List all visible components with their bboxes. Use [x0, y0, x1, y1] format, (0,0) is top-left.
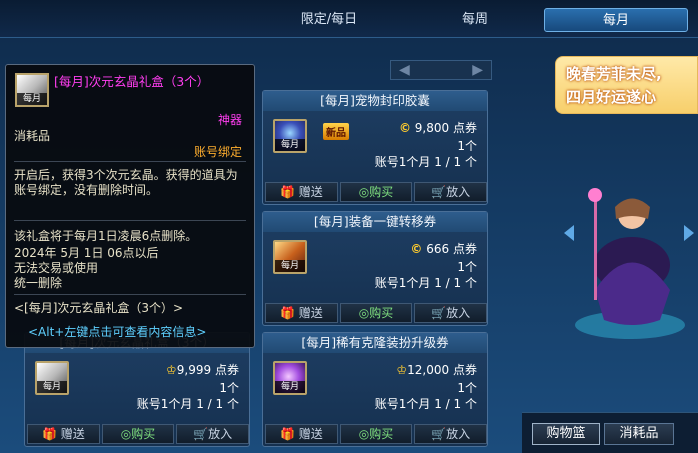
gift-button[interactable]: 🎁 赠送 [265, 303, 338, 323]
monthly-tag: 每月 [275, 260, 305, 272]
item-title: [每月]装备一键转移券 [263, 212, 487, 232]
add-to-cart-button[interactable]: 🛒放入 [414, 303, 488, 323]
tooltip-delete-note: 该礼盒将于每月1日凌晨6点删除。 [14, 229, 198, 243]
tooltip-title: [每月]次元玄晶礼盒（3个） [54, 74, 210, 89]
quantity: 1个 [457, 381, 477, 395]
tooltip-category: 消耗品 [14, 129, 51, 143]
item-tooltip: 每月 [每月]次元玄晶礼盒（3个） 消耗品 神器 账号绑定 开启后，获得3个次元… [5, 64, 255, 348]
gift-button[interactable]: 🎁 赠送 [265, 182, 338, 202]
event-banner[interactable]: 晚春芳菲未尽, 四月好运遂心 [555, 56, 698, 114]
quantity: 1个 [457, 139, 477, 153]
coin-icon: © [410, 242, 423, 256]
card-buttons: 🎁 赠送 ◎购买 🛒放入 [265, 303, 488, 323]
divider [14, 220, 246, 221]
price: ♔9,999 点券 [166, 363, 239, 377]
buy-button[interactable]: ◎购买 [339, 182, 413, 202]
buy-button[interactable]: ◎购买 [101, 424, 175, 444]
banner-line-2: 四月好运遂心 [566, 88, 657, 106]
monthly-tag: 每月 [275, 381, 305, 393]
category-tabbar: 限定/每日 每周 每月 [0, 0, 698, 38]
card-buttons: 🎁 赠送 ◎购买 🛒放入 [265, 182, 488, 202]
purchase-limit: 账号1个月 1 / 1 个 [374, 397, 477, 411]
price: ♔12,000 点券 [396, 363, 477, 377]
tab-monthly[interactable]: 每月 [544, 8, 688, 32]
item-card-pet-seal-capsule[interactable]: [每月]宠物封印胶囊 每月 新品 © 9,800 点券 1个 账号1个月 1 /… [262, 90, 488, 205]
gift-box-icon: 每月 [35, 361, 69, 395]
buy-button[interactable]: ◎购买 [339, 303, 413, 323]
pet-capsule-icon: 每月 [273, 119, 307, 153]
item-title: [每月]稀有克隆装扮升级券 [263, 333, 487, 353]
tab-consumables[interactable]: 消耗品 [604, 423, 674, 445]
quantity: 1个 [457, 260, 477, 274]
character-preview [560, 175, 698, 375]
monthly-tag: 每月 [17, 93, 47, 105]
tooltip-trade-note: 2024年 5月 1日 06点以后 无法交易或使用 统一删除 [14, 246, 159, 290]
tooltip-bind-type: 账号绑定 [193, 145, 242, 159]
gift-box-icon: 每月 [15, 73, 49, 107]
purchase-limit: 账号1个月 1 / 1 个 [374, 276, 477, 290]
quantity: 1个 [219, 381, 239, 395]
add-to-cart-button[interactable]: 🛒放入 [414, 424, 488, 444]
item-card-dimension-crystal-box[interactable]: [每月]次元玄晶礼盒（3个） 每月 ♔9,999 点券 1个 账号1个月 1 /… [24, 332, 250, 447]
coin-icon: ♔ [166, 363, 177, 377]
next-page-icon[interactable]: ▶ [472, 62, 483, 78]
upgrade-ticket-icon: 每月 [273, 361, 307, 395]
purchase-limit: 账号1个月 1 / 1 个 [136, 397, 239, 411]
tooltip-description: 开启后，获得3个次元玄晶。获得的道具为账号绑定，没有删除时间。 [14, 168, 238, 197]
tooltip-hint: <Alt+左键点击可查看内容信息> [28, 325, 207, 339]
add-to-cart-button[interactable]: 🛒放入 [176, 424, 250, 444]
item-card-clone-upgrade[interactable]: [每月]稀有克隆装扮升级券 每月 ♔12,000 点券 1个 账号1个月 1 /… [262, 332, 488, 447]
tab-weekly[interactable]: 每周 [440, 8, 510, 32]
divider [14, 294, 246, 295]
card-buttons: 🎁 赠送 ◎购买 🛒放入 [265, 424, 488, 444]
gift-button[interactable]: 🎁 赠送 [265, 424, 338, 444]
tooltip-footer-name: <[每月]次元玄晶礼盒（3个）> [14, 301, 184, 315]
card-buttons: 🎁 赠送 ◎购买 🛒放入 [27, 424, 250, 444]
tab-cart[interactable]: 购物篮 [532, 423, 600, 445]
new-badge: 新品 [323, 123, 349, 140]
coin-icon: © [398, 121, 411, 135]
item-title: [每月]宠物封印胶囊 [263, 91, 487, 111]
divider [14, 161, 246, 162]
tooltip-rarity: 神器 [217, 113, 242, 127]
pager: ◀ ▶ [390, 60, 492, 80]
banner-line-1: 晚春芳菲未尽, [566, 65, 662, 83]
gift-button[interactable]: 🎁 赠送 [27, 424, 100, 444]
price: © 9,800 点券 [398, 121, 477, 135]
item-card-equipment-transfer[interactable]: [每月]装备一键转移券 每月 © 666 点券 1个 账号1个月 1 / 1 个… [262, 211, 488, 326]
prev-page-icon[interactable]: ◀ [399, 62, 410, 78]
price: © 666 点券 [410, 242, 477, 256]
add-to-cart-button[interactable]: 🛒放入 [414, 182, 488, 202]
monthly-tag: 每月 [275, 139, 305, 151]
buy-button[interactable]: ◎购买 [339, 424, 413, 444]
transfer-ticket-icon: 每月 [273, 240, 307, 274]
monthly-tag: 每月 [37, 381, 67, 393]
purchase-limit: 账号1个月 1 / 1 个 [374, 155, 477, 169]
cart-tabs: 购物篮 消耗品 [522, 412, 698, 453]
tab-limited-daily[interactable]: 限定/每日 [292, 8, 366, 32]
coin-icon: ♔ [396, 363, 408, 377]
